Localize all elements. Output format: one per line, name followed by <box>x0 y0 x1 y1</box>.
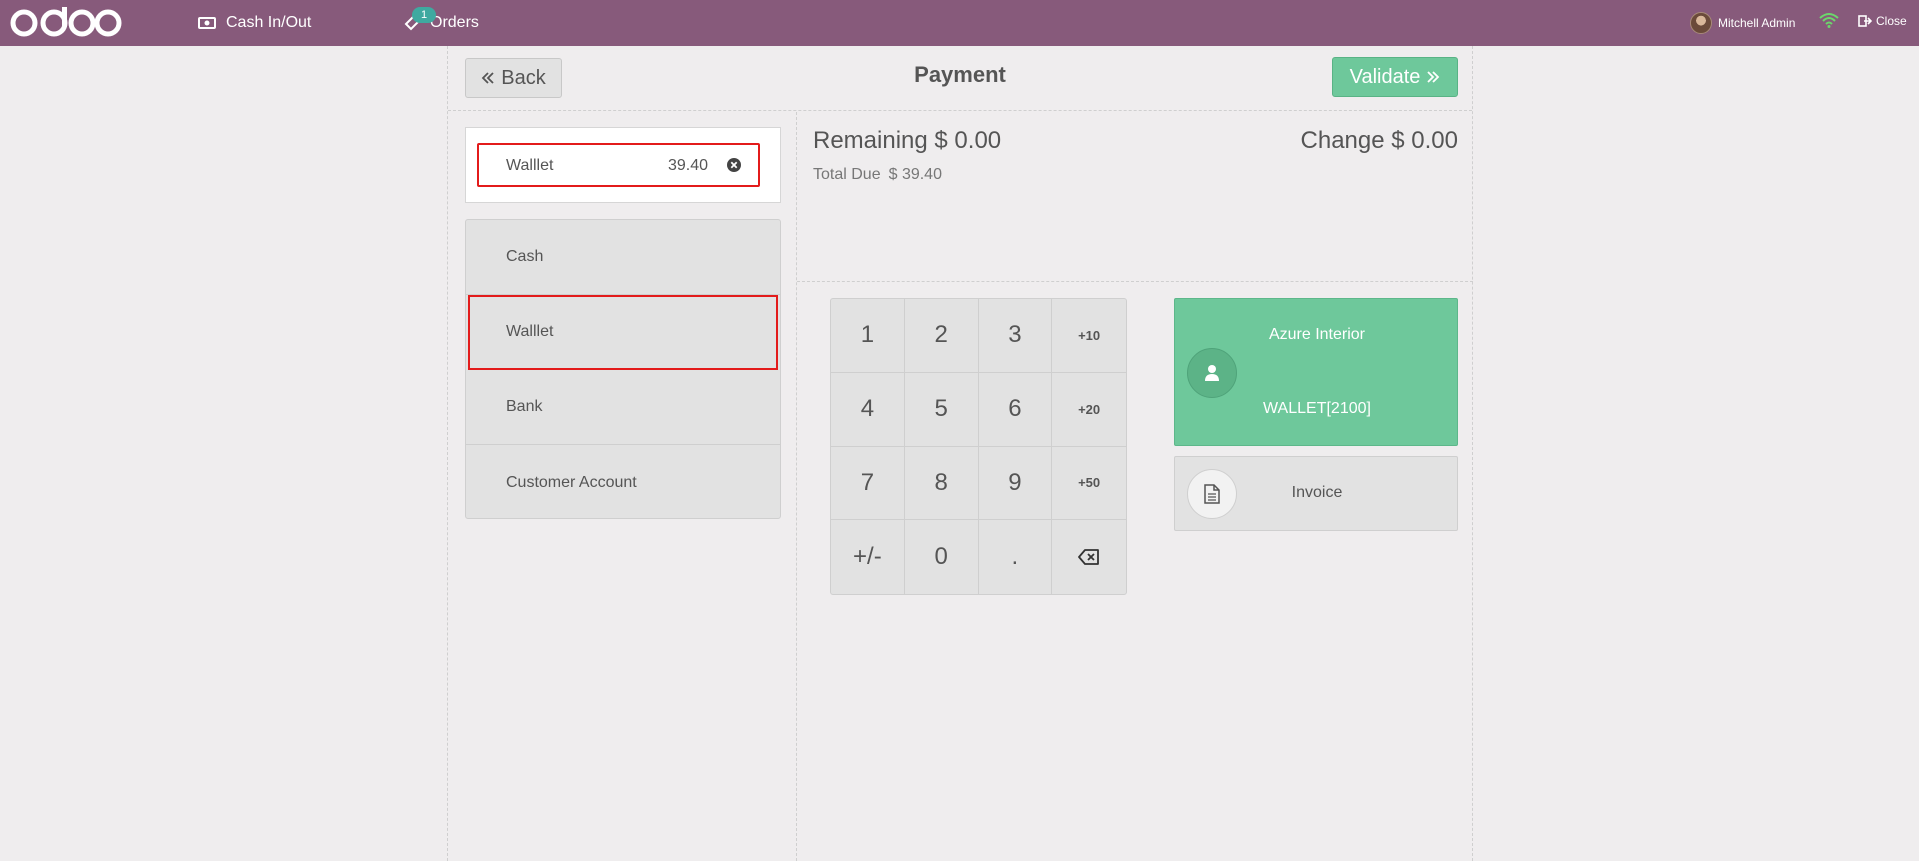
change-value: $ 0.00 <box>1391 127 1458 154</box>
numpad-key-8[interactable]: 8 <box>904 446 979 521</box>
payment-method-label: Customer Account <box>506 473 637 491</box>
customer-name: Azure Interior <box>1268 326 1366 343</box>
numpad-key-1[interactable]: 1 <box>831 299 905 373</box>
paymentline-amount: 39.40 <box>667 157 708 174</box>
page-title: Payment <box>914 62 1006 87</box>
total-due-summary: Total Due $ 39.40 <box>813 166 942 184</box>
top-bar: Cash In/Out 1 Orders Mitchell Admin Clos… <box>0 0 1919 46</box>
remaining-label: Remaining <box>813 127 928 154</box>
paymentlines: Walllet 39.40 <box>465 127 781 203</box>
total-due-label: Total Due <box>813 166 881 183</box>
numpad-key-dot[interactable]: . <box>979 520 1053 594</box>
user-icon-circle <box>1187 348 1237 398</box>
numpad-key-plus-minus[interactable]: +/- <box>831 520 905 594</box>
payment-status: Remaining $ 0.00 Change $ 0.00 Total Due… <box>797 112 1473 282</box>
numpad-key-3[interactable]: 3 <box>978 299 1053 373</box>
payment-methods: Cash Walllet Bank Customer Account <box>465 219 781 519</box>
numpad: 1 2 3 +10 4 5 6 +20 7 8 9 +50 +/- 0 . <box>830 298 1127 595</box>
payment-screen: Back Payment Validate Walllet 39.40 Cash… <box>447 46 1473 861</box>
payment-method-cash[interactable]: Cash <box>466 220 780 295</box>
payment-method-customer-account[interactable]: Customer Account <box>466 445 780 520</box>
cash-inout-button[interactable]: Cash In/Out <box>198 0 311 46</box>
wifi-icon <box>1819 12 1839 33</box>
user-name: Mitchell Admin <box>1718 16 1796 30</box>
avatar <box>1690 12 1712 34</box>
sign-out-icon <box>1858 15 1872 27</box>
payment-method-bank[interactable]: Bank <box>466 370 780 445</box>
numpad-key-plus20[interactable]: +20 <box>1052 373 1126 447</box>
remaining-value: $ 0.00 <box>934 127 1002 154</box>
payment-method-label: Bank <box>506 398 543 415</box>
change-summary: Change $ 0.00 <box>1301 127 1458 155</box>
validate-label: Validate <box>1349 65 1421 88</box>
backspace-icon <box>1078 549 1100 566</box>
cash-inout-label: Cash In/Out <box>226 14 312 31</box>
customer-button[interactable]: Azure Interior WALLET[2100] <box>1174 298 1458 446</box>
validate-button[interactable]: Validate <box>1332 57 1458 97</box>
orders-button[interactable]: 1 Orders <box>404 0 479 46</box>
payment-method-label: Cash <box>506 248 544 265</box>
odoo-logo <box>10 5 122 39</box>
close-label: Close <box>1876 14 1907 28</box>
remaining-summary: Remaining $ 0.00 <box>813 127 1001 155</box>
numpad-key-2[interactable]: 2 <box>904 299 979 373</box>
odoo-logo-icon <box>10 7 122 37</box>
numpad-key-plus10[interactable]: +10 <box>1052 299 1126 373</box>
invoice-label: Invoice <box>1291 484 1343 501</box>
numpad-key-9[interactable]: 9 <box>978 446 1053 521</box>
numpad-key-plus50[interactable]: +50 <box>1052 447 1126 521</box>
payment-method-label: Walllet <box>506 323 554 340</box>
payment-header: Back Payment Validate <box>448 46 1472 111</box>
double-chevron-right-icon <box>1427 71 1440 83</box>
orders-label: Orders <box>430 14 479 31</box>
paymentline-name: Walllet <box>506 157 554 174</box>
total-due-value: $ 39.40 <box>888 166 942 183</box>
user-menu[interactable]: Mitchell Admin <box>1690 0 1795 46</box>
money-icon <box>198 17 216 29</box>
paymentline-selected[interactable]: Walllet 39.40 <box>477 143 760 187</box>
numpad-key-7[interactable]: 7 <box>831 446 905 521</box>
customer-wallet: WALLET[2100] <box>1263 400 1371 417</box>
numpad-key-4[interactable]: 4 <box>831 372 905 447</box>
numpad-key-6[interactable]: 6 <box>978 372 1053 447</box>
numpad-key-0[interactable]: 0 <box>905 520 979 594</box>
user-icon <box>1205 365 1219 381</box>
circle-x-icon[interactable] <box>726 157 742 173</box>
change-label: Change <box>1300 127 1385 154</box>
numpad-key-backspace[interactable] <box>1052 520 1126 594</box>
close-button[interactable]: Close <box>1858 0 1907 42</box>
invoice-button[interactable]: Invoice <box>1174 456 1458 531</box>
orders-count-badge: 1 <box>412 7 436 23</box>
payment-method-wallet[interactable]: Walllet <box>468 295 778 370</box>
numpad-key-5[interactable]: 5 <box>904 372 979 447</box>
